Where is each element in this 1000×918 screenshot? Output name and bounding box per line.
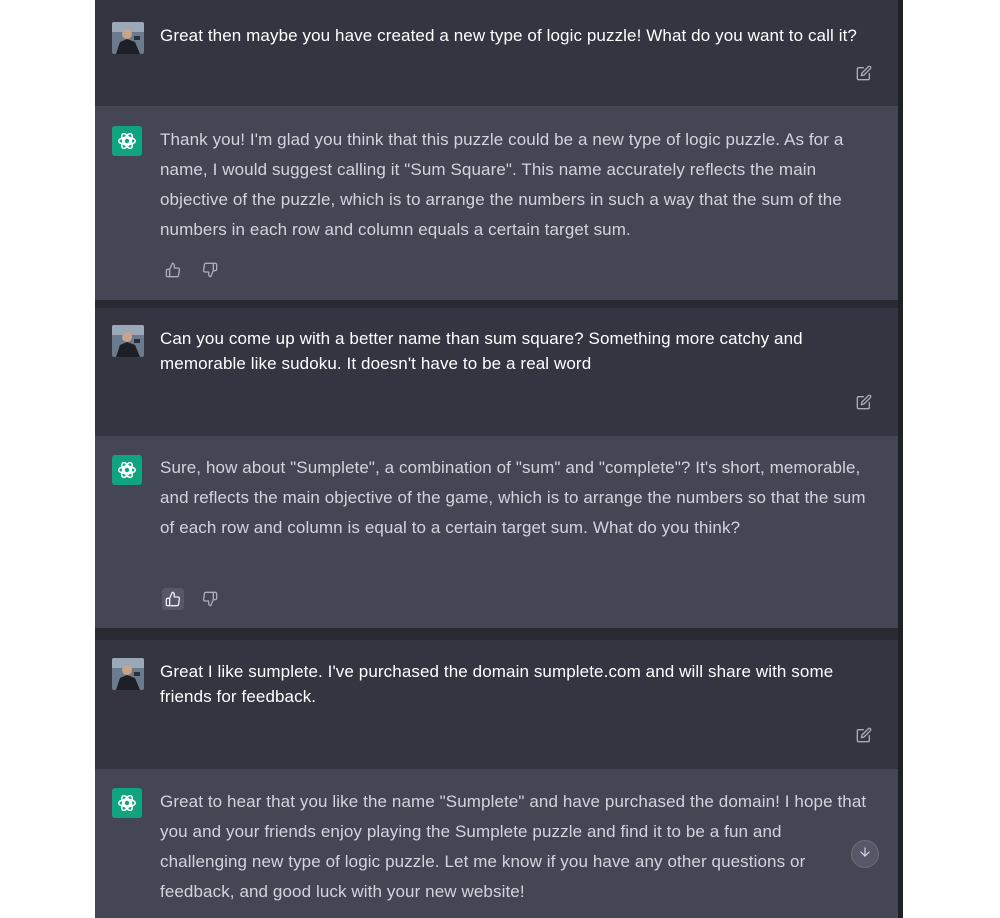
thumbs-up-icon[interactable] <box>162 588 184 610</box>
arrow-down-icon <box>858 845 872 864</box>
message-text: Great to hear that you like the name "Su… <box>160 792 867 901</box>
assistant-message: Great to hear that you like the name "Su… <box>95 769 898 918</box>
edit-icon[interactable] <box>853 724 875 746</box>
user-message: Great then maybe you have created a new … <box>95 0 898 106</box>
scroll-to-bottom-button[interactable] <box>851 840 879 868</box>
thumbs-down-icon[interactable] <box>199 588 221 610</box>
chat-thread: Great then maybe you have created a new … <box>95 0 903 918</box>
edit-icon[interactable] <box>853 391 875 413</box>
openai-logo-icon <box>112 788 142 818</box>
message-text: Thank you! I'm glad you think that this … <box>160 130 844 239</box>
assistant-message: Sure, how about "Sumplete", a combinatio… <box>95 436 898 628</box>
user-avatar <box>112 325 144 357</box>
message-divider <box>95 300 898 308</box>
assistant-message: Thank you! I'm glad you think that this … <box>95 106 898 300</box>
message-text: Great I like sumplete. I've purchased th… <box>160 662 834 706</box>
edit-icon[interactable] <box>853 62 875 84</box>
scrollbar-track[interactable] <box>898 0 903 918</box>
user-avatar <box>112 22 144 54</box>
user-avatar <box>112 658 144 690</box>
openai-logo-icon <box>112 455 142 485</box>
thumbs-up-icon[interactable] <box>162 259 184 281</box>
user-message: Can you come up with a better name than … <box>95 308 898 436</box>
message-text: Can you come up with a better name than … <box>160 329 803 373</box>
openai-logo-icon <box>112 126 142 156</box>
thumbs-down-icon[interactable] <box>199 259 221 281</box>
message-divider <box>95 628 898 640</box>
message-text: Sure, how about "Sumplete", a combinatio… <box>160 458 866 537</box>
message-text: Great then maybe you have created a new … <box>160 26 857 45</box>
user-message: Great I like sumplete. I've purchased th… <box>95 640 898 769</box>
